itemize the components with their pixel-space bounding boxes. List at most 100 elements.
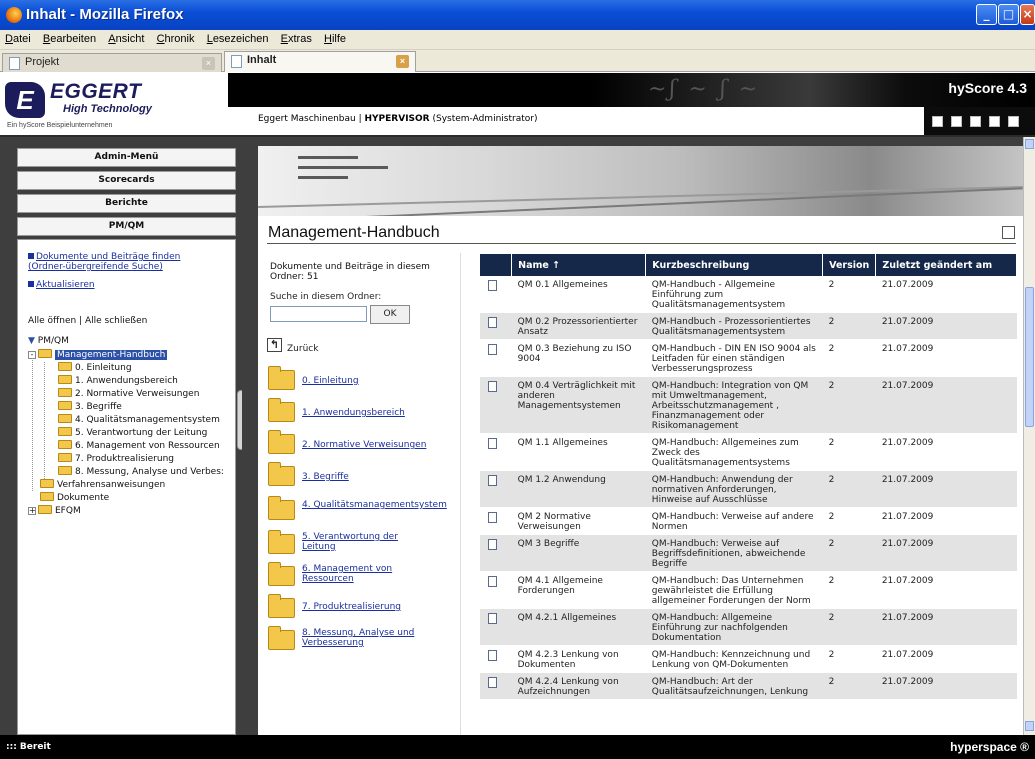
help-icon[interactable] (1008, 116, 1019, 127)
tree-item-produktrealisierung[interactable]: 7. Produktrealisierung (58, 453, 174, 464)
refresh-link[interactable]: Aktualisieren (28, 280, 95, 290)
back-arrow-icon[interactable]: ↰ (267, 338, 282, 352)
tree-root-label: PM/QM (37, 336, 69, 346)
back-link[interactable]: Zurück (287, 344, 318, 354)
table-row[interactable]: QM 1.2 Anwendung QM-Handbuch: Anwendung d… (480, 470, 1017, 508)
table-row[interactable]: QM 2 Normative Verweisungen QM-Handbuch: … (480, 507, 1017, 535)
document-icon[interactable] (488, 317, 497, 328)
table-row[interactable]: QM 0.4 Verträglichkeit mit anderen Manag… (480, 376, 1017, 434)
document-icon[interactable] (488, 539, 497, 550)
cell-name[interactable]: QM 1.1 Allgemeines (511, 433, 646, 471)
folder-link[interactable]: 4. Qualitätsmanagementsystem (302, 500, 452, 510)
home-icon[interactable] (932, 116, 943, 127)
find-documents-link[interactable]: Dokumente und Beiträge finden (Ordner-üb… (28, 252, 218, 272)
tab-projekt[interactable]: Projekt × (2, 53, 222, 72)
menu-chronik[interactable]: Chronik (152, 30, 199, 45)
table-row[interactable]: QM 4.1 Allgemeine Forderungen QM-Handbuch… (480, 571, 1017, 609)
scroll-thumb[interactable] (1025, 287, 1034, 427)
cell-name[interactable]: QM 2 Normative Verweisungen (511, 507, 646, 535)
scroll-down-arrow[interactable] (1025, 721, 1034, 731)
tree-item-verfahrensanweisungen[interactable]: Verfahrensanweisungen (40, 479, 165, 490)
header-name[interactable]: Name ↑ (511, 254, 647, 276)
close-window-button[interactable]: × (1020, 4, 1035, 25)
table-row[interactable]: QM 0.3 Beziehung zu ISO 9004 QM-Handbuch … (480, 339, 1017, 377)
edit-icon[interactable] (1002, 226, 1015, 239)
cell-name[interactable]: QM 0.2 Prozessorientierter Ansatz (511, 312, 646, 340)
scroll-up-arrow[interactable] (1025, 139, 1034, 149)
document-icon[interactable] (488, 280, 497, 291)
folder-link[interactable]: 7. Produktrealisierung (302, 602, 401, 612)
tree-item-qualitaetsmanagementsystem[interactable]: 4. Qualitätsmanagementsystem (58, 414, 220, 425)
maximize-button[interactable]: □ (998, 4, 1019, 25)
tree-item-begriffe[interactable]: 3. Begriffe (58, 401, 122, 412)
document-icon[interactable] (488, 677, 497, 688)
open-close-all[interactable]: Alle öffnen | Alle schließen (28, 316, 147, 326)
tab-inhalt[interactable]: Inhalt × (224, 51, 416, 72)
menu-bearbeiten[interactable]: Bearbeiten (38, 30, 100, 45)
folder-link[interactable]: 0. Einleitung (302, 376, 359, 386)
menu-lesezeichen[interactable]: Lesezeichen (202, 30, 273, 45)
table-row[interactable]: QM 4.2.3 Lenkung von Dokumenten QM-Handbu… (480, 645, 1017, 673)
document-icon[interactable] (488, 512, 497, 523)
folder-link[interactable]: 5. Verantwortung der Leitung (302, 532, 422, 552)
menu-extras[interactable]: Extras (276, 30, 316, 45)
expand-icon[interactable]: + (28, 507, 36, 515)
menu-hilfe[interactable]: Hilfe (319, 30, 350, 45)
folder-link[interactable]: 3. Begriffe (302, 472, 349, 482)
table-row[interactable]: QM 0.1 Allgemeines QM-Handbuch - Allgemei… (480, 276, 1017, 313)
folder-link[interactable]: 1. Anwendungsbereich (302, 408, 405, 418)
header-description[interactable]: Kurzbeschreibung (645, 254, 824, 276)
cell-name[interactable]: QM 4.1 Allgemeine Forderungen (511, 571, 646, 609)
tree-item-efqm[interactable]: + EFQM (28, 505, 81, 516)
cell-name[interactable]: QM 3 Begriffe (511, 534, 646, 572)
close-tab-icon[interactable]: × (202, 57, 215, 70)
nav-admin-menu[interactable]: Admin-Menü (17, 148, 236, 167)
cell-name[interactable]: QM 4.2.1 Allgemeines (511, 608, 646, 646)
document-icon[interactable] (488, 576, 497, 587)
cell-name[interactable]: QM 0.1 Allgemeines (511, 276, 646, 313)
tree-root[interactable]: ▼ PM/QM (28, 336, 69, 346)
close-tab-icon[interactable]: × (396, 55, 409, 68)
tree-item-messung[interactable]: 8. Messung, Analyse und Verbes: (58, 466, 226, 477)
cell-name[interactable]: QM 1.2 Anwendung (511, 470, 646, 508)
cell-name[interactable]: QM 4.2.3 Lenkung von Dokumenten (511, 645, 646, 673)
tree-item-anwendungsbereich[interactable]: 1. Anwendungsbereich (58, 375, 178, 386)
table-row[interactable]: QM 4.2.1 Allgemeines QM-Handbuch: Allgeme… (480, 608, 1017, 646)
minimize-button[interactable]: _ (976, 4, 997, 25)
tree-item-einleitung[interactable]: 0. Einleitung (58, 362, 132, 373)
nav-pmqm[interactable]: PM/QM (17, 217, 236, 236)
vertical-scrollbar[interactable] (1023, 137, 1035, 735)
book-icon[interactable] (989, 116, 1000, 127)
cell-name[interactable]: QM 0.3 Beziehung zu ISO 9004 (511, 339, 646, 377)
cell-name[interactable]: QM 0.4 Verträglichkeit mit anderen Manag… (511, 376, 646, 434)
tree-item-verantwortung[interactable]: 5. Verantwortung der Leitung (58, 427, 207, 438)
window-icon[interactable] (970, 116, 981, 127)
document-icon[interactable] (488, 650, 497, 661)
table-row[interactable]: QM 3 Begriffe QM-Handbuch: Verweise auf B… (480, 534, 1017, 572)
nav-berichte[interactable]: Berichte (17, 194, 236, 213)
mail-icon[interactable] (951, 116, 962, 127)
table-row[interactable]: QM 1.1 Allgemeines QM-Handbuch: Allgemein… (480, 433, 1017, 471)
nav-scorecards[interactable]: Scorecards (17, 171, 236, 190)
folder-link[interactable]: 6. Management von Ressourcen (302, 564, 412, 584)
search-ok-button[interactable]: OK (370, 305, 410, 324)
tree-item-ressourcen[interactable]: 6. Management von Ressourcen (58, 440, 220, 451)
folder-link[interactable]: 8. Messung, Analyse und Verbesserung (302, 628, 432, 648)
menu-ansicht[interactable]: Ansicht (103, 30, 148, 45)
tree-item-dokumente[interactable]: Dokumente (40, 492, 109, 503)
document-icon[interactable] (488, 344, 497, 355)
document-icon[interactable] (488, 613, 497, 624)
table-row[interactable]: QM 0.2 Prozessorientierter Ansatz QM-Hand… (480, 312, 1017, 340)
menu-datei[interactable]: Datei (0, 30, 35, 45)
document-icon[interactable] (488, 438, 497, 449)
table-row[interactable]: QM 4.2.4 Lenkung von Aufzeichnungen QM-Ha… (480, 672, 1017, 700)
tree-item-normative-verweisungen[interactable]: 2. Normative Verweisungen (58, 388, 199, 399)
header-version[interactable]: Version (822, 254, 877, 276)
cell-name[interactable]: QM 4.2.4 Lenkung von Aufzeichnungen (511, 672, 646, 700)
document-icon[interactable] (488, 475, 497, 486)
folder-link[interactable]: 2. Normative Verweisungen (302, 440, 426, 450)
header-modified[interactable]: Zuletzt geändert am (875, 254, 1017, 276)
document-icon[interactable] (488, 381, 497, 392)
tree-item-management-handbuch[interactable]: - Management-Handbuch (28, 349, 168, 360)
search-input[interactable] (270, 306, 367, 322)
